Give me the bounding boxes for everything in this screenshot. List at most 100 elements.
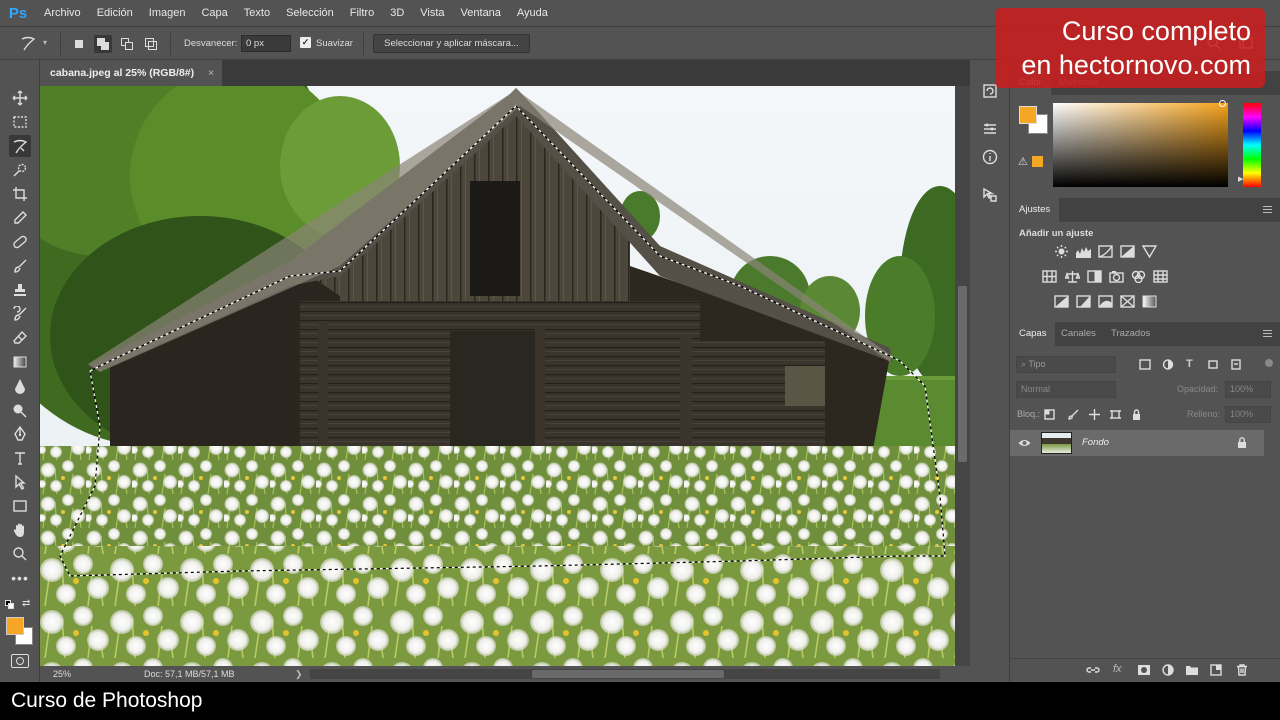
document-canvas[interactable] xyxy=(40,86,955,666)
vertical-scrollbar[interactable] xyxy=(955,86,970,666)
tab-channels[interactable]: Canales xyxy=(1052,322,1105,346)
lock-pixels-icon[interactable] xyxy=(1068,409,1079,420)
status-menu-arrow[interactable]: ❯ xyxy=(295,669,303,680)
menu-edicion[interactable]: Edición xyxy=(89,0,141,26)
brush-tool[interactable] xyxy=(9,255,31,277)
more-tools[interactable]: ••• xyxy=(9,567,31,589)
fx-icon[interactable]: fx xyxy=(1113,663,1122,675)
eraser-tool[interactable] xyxy=(9,327,31,349)
menu-vista[interactable]: Vista xyxy=(412,0,452,26)
magnetic-lasso-preset-icon[interactable] xyxy=(20,35,36,51)
rectangle-tool[interactable] xyxy=(9,495,31,517)
invert-icon[interactable] xyxy=(1054,295,1069,308)
black-white-icon[interactable] xyxy=(1087,270,1102,283)
photo-filter-icon[interactable] xyxy=(1109,270,1124,283)
smooth-checkbox[interactable]: ✓ xyxy=(300,37,311,48)
threshold-icon[interactable] xyxy=(1098,295,1113,308)
folder-icon[interactable] xyxy=(1185,664,1199,676)
brightness-contrast-icon[interactable] xyxy=(1054,245,1069,258)
healing-brush-tool[interactable] xyxy=(9,231,31,253)
selective-color-icon[interactable] xyxy=(1120,295,1135,308)
color-picker-field[interactable] xyxy=(1053,100,1228,187)
move-tool[interactable] xyxy=(9,87,31,109)
chevron-down-icon[interactable]: ▾ xyxy=(43,38,47,47)
document-tab[interactable]: cabana.jpeg al 25% (RGB/8#) × xyxy=(40,60,223,86)
opacity-input[interactable]: 100% xyxy=(1225,381,1271,398)
menu-texto[interactable]: Texto xyxy=(236,0,278,26)
levels-icon[interactable] xyxy=(1076,245,1091,258)
vibrance-icon[interactable] xyxy=(1142,245,1157,258)
blend-mode-select[interactable]: Normal xyxy=(1016,381,1116,398)
type-tool[interactable] xyxy=(9,447,31,469)
history-brush-tool[interactable] xyxy=(9,303,31,325)
close-icon[interactable]: × xyxy=(208,60,214,86)
lock-artboard-icon[interactable] xyxy=(1110,409,1121,420)
panel-menu-icon[interactable] xyxy=(1263,330,1272,337)
hand-tool[interactable] xyxy=(9,519,31,541)
trash-icon[interactable] xyxy=(1236,664,1248,676)
pen-tool[interactable] xyxy=(9,423,31,445)
paths-tool-icon[interactable] xyxy=(982,187,998,203)
posterize-icon[interactable] xyxy=(1076,295,1091,308)
menu-filtro[interactable]: Filtro xyxy=(342,0,382,26)
hue-saturation-icon[interactable] xyxy=(1042,270,1057,283)
swap-colors-icon[interactable]: ⇄ xyxy=(22,598,30,609)
marquee-tool[interactable] xyxy=(9,111,31,133)
horizontal-scroll-thumb[interactable] xyxy=(532,670,724,678)
exposure-icon[interactable] xyxy=(1120,245,1135,258)
hue-slider[interactable]: ▶ xyxy=(1238,103,1261,187)
menu-imagen[interactable]: Imagen xyxy=(141,0,194,26)
hue-slider-marker[interactable]: ▶ xyxy=(1238,175,1243,183)
lock-all-icon[interactable] xyxy=(1131,409,1142,420)
default-colors-icon[interactable] xyxy=(5,600,14,609)
layer-row[interactable]: Fondo xyxy=(1010,430,1264,456)
filter-toggle[interactable] xyxy=(1265,359,1273,367)
panel-menu-icon[interactable] xyxy=(1263,206,1272,213)
layer-mask-icon[interactable] xyxy=(1137,664,1151,676)
zoom-tool[interactable] xyxy=(9,543,31,565)
link-layers-icon[interactable] xyxy=(1086,664,1100,676)
menu-ayuda[interactable]: Ayuda xyxy=(509,0,556,26)
filter-adjustment-icon[interactable] xyxy=(1162,359,1174,370)
add-to-selection-icon[interactable] xyxy=(94,35,112,53)
adjustment-layer-icon[interactable] xyxy=(1161,664,1175,676)
crop-tool[interactable] xyxy=(9,183,31,205)
filter-pixel-icon[interactable] xyxy=(1139,359,1151,370)
clone-stamp-tool[interactable] xyxy=(9,279,31,301)
filter-type-icon[interactable]: T xyxy=(1186,358,1193,370)
gradient-tool[interactable] xyxy=(9,351,31,373)
subtract-from-selection-icon[interactable] xyxy=(120,37,134,51)
color-foreground-swatch[interactable] xyxy=(1019,106,1037,124)
horizontal-scrollbar[interactable] xyxy=(310,669,940,679)
quick-selection-tool[interactable] xyxy=(9,159,31,181)
tab-paths[interactable]: Trazados xyxy=(1102,322,1159,346)
lock-transparent-icon[interactable] xyxy=(1044,409,1055,420)
dodge-tool[interactable] xyxy=(9,399,31,421)
new-selection-icon[interactable] xyxy=(72,37,86,51)
layer-filter-select[interactable]: ⌕ Tipo xyxy=(1016,356,1116,373)
tab-layers[interactable]: Capas xyxy=(1010,322,1056,346)
menu-capa[interactable]: Capa xyxy=(193,0,235,26)
gradient-map-icon[interactable] xyxy=(1142,295,1157,308)
new-layer-icon[interactable] xyxy=(1209,664,1223,676)
lock-position-icon[interactable] xyxy=(1089,409,1100,420)
eye-icon[interactable] xyxy=(1018,438,1031,448)
vertical-scroll-thumb[interactable] xyxy=(958,286,967,462)
tab-adjustments[interactable]: Ajustes xyxy=(1010,198,1060,222)
curves-icon[interactable] xyxy=(1098,245,1113,258)
foreground-color-swatch[interactable] xyxy=(6,617,24,635)
path-selection-tool[interactable] xyxy=(9,471,31,493)
intersect-selection-icon[interactable] xyxy=(144,37,158,51)
menu-3d[interactable]: 3D xyxy=(382,0,412,26)
select-and-mask-button[interactable]: Seleccionar y aplicar máscara... xyxy=(373,34,530,53)
menu-archivo[interactable]: Archivo xyxy=(36,0,89,26)
properties-icon[interactable] xyxy=(982,121,998,137)
filter-smart-object-icon[interactable] xyxy=(1230,359,1242,370)
magnetic-lasso-tool[interactable] xyxy=(9,135,31,157)
color-balance-icon[interactable] xyxy=(1065,270,1080,283)
quick-mask-icon[interactable] xyxy=(11,654,29,668)
menu-ventana[interactable]: Ventana xyxy=(453,0,509,26)
blur-tool[interactable] xyxy=(9,375,31,397)
gamut-swatch[interactable] xyxy=(1032,156,1043,167)
eyedropper-tool[interactable] xyxy=(9,207,31,229)
